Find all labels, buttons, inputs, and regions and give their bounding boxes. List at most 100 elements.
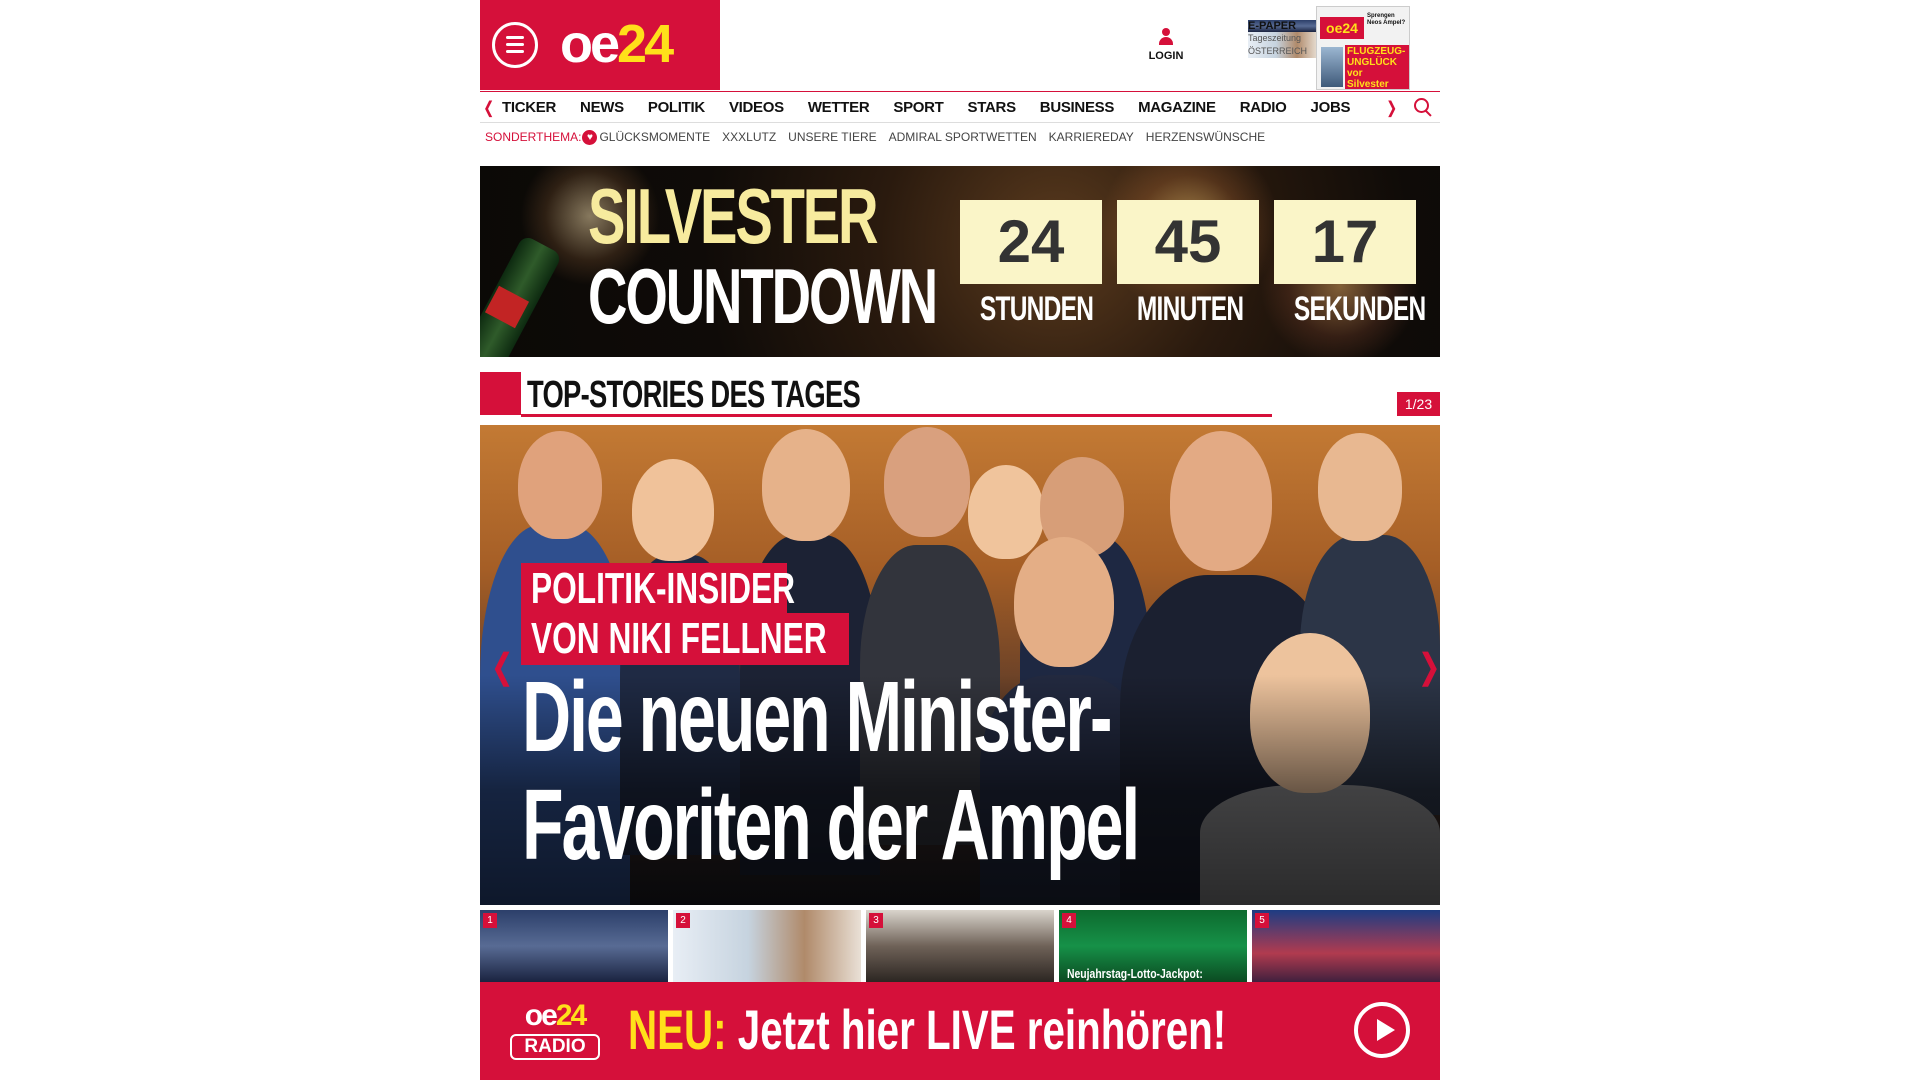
epaper-title: E-PAPER: [1248, 20, 1318, 32]
person-figure: [1014, 537, 1114, 667]
nav-item-magazine[interactable]: MAGAZINE: [1138, 99, 1216, 116]
thumbnail-number: 2: [676, 913, 690, 928]
epaper-subtitle-2: ÖSTERREICH: [1248, 45, 1318, 58]
story-thumbnail[interactable]: 3: [866, 910, 1054, 982]
silvester-countdown-banner[interactable]: SILVESTER COUNTDOWN 24 STUNDEN 45 MINUTE…: [480, 166, 1440, 357]
nav-item-sport[interactable]: SPORT: [893, 99, 943, 116]
countdown-seconds: 17 SEKUNDEN: [1274, 200, 1426, 329]
countdown-hours: 24 STUNDEN: [960, 200, 1102, 329]
epaper-teaser: Sprengen Neos Ampel?: [1367, 13, 1406, 26]
story-thumbnails: 1 2 3 4 Neujahrstag-Lotto-Jackpot: 5: [480, 910, 1440, 982]
countdown-minutes-value: 45: [1117, 200, 1259, 284]
radio-neu-label: NEU:: [628, 998, 727, 1061]
user-icon: [1158, 28, 1174, 48]
person-figure: [632, 459, 714, 561]
slide-counter: 1/23: [1397, 392, 1440, 416]
special-topic-label: SONDERTHEMA:: [485, 130, 582, 144]
kicker-line2: VON NIKI FELLNER: [521, 613, 849, 665]
kicker-line1: POLITIK-INSIDER: [521, 563, 795, 615]
person-figure: [518, 431, 602, 539]
nav-item-ticker[interactable]: TICKER: [502, 99, 556, 116]
logo-oe: oe: [560, 14, 620, 74]
epaper-subtitle: Tageszeitung: [1248, 32, 1318, 45]
person-figure: [1170, 431, 1272, 571]
nav-item-videos[interactable]: VIDEOS: [729, 99, 784, 116]
subnav-item-unsere-tiere[interactable]: UNSERE TIERE: [788, 130, 876, 144]
nav-item-jobs[interactable]: JOBS: [1311, 99, 1351, 116]
story-thumbnail[interactable]: 4 Neujahrstag-Lotto-Jackpot:: [1059, 910, 1247, 982]
section-marker: [480, 372, 521, 415]
menu-icon[interactable]: [492, 22, 538, 68]
oe24-radio-logo: oe24 RADIO: [508, 1000, 602, 1066]
nav-item-stars[interactable]: STARS: [968, 99, 1017, 116]
countdown-hours-label: STUNDEN: [979, 290, 1094, 328]
countdown-minutes: 45 MINUTEN: [1117, 200, 1259, 329]
oe24-logo[interactable]: oe24: [560, 14, 674, 74]
login-label: LOGIN: [1148, 50, 1184, 62]
radio-message: NEU: Jetzt hier LIVE reinhören!: [628, 1000, 1226, 1060]
story-thumbnail[interactable]: 2: [673, 910, 861, 982]
radio-live-bar[interactable]: oe24 RADIO NEU: Jetzt hier LIVE reinhöre…: [480, 982, 1440, 1080]
radio-logo-24: 24: [555, 999, 587, 1032]
thumbnail-number: 5: [1255, 913, 1269, 928]
person-figure: [762, 429, 850, 541]
radio-cta-text: Jetzt hier LIVE reinhören!: [726, 998, 1227, 1061]
banner-title-line1: SILVESTER: [588, 172, 879, 260]
thumbnail-caption: Neujahrstag-Lotto-Jackpot:: [1067, 966, 1203, 981]
countdown-hours-value: 24: [960, 200, 1102, 284]
radio-logo-oe: oe: [524, 999, 558, 1032]
slider-prev-arrow-icon[interactable]: ❬: [488, 647, 517, 687]
story-thumbnail[interactable]: 5: [1252, 910, 1440, 982]
banner-title-line2: COUNTDOWN: [588, 252, 938, 340]
slider-next-arrow-icon[interactable]: ❭: [1415, 647, 1440, 687]
subnav-item-xxxlutz[interactable]: XXXLUTZ: [722, 130, 776, 144]
radio-logo-label: RADIO: [510, 1034, 600, 1060]
logo-24: 24: [617, 14, 674, 74]
site-header: oe24 LOGIN E-PAPER Tageszeitung ÖSTERREI…: [480, 0, 1440, 91]
countdown-seconds-value: 17: [1274, 200, 1416, 284]
story-thumbnail[interactable]: 1: [480, 910, 668, 982]
kicker-line1-text: POLITIK-INSIDER: [531, 564, 796, 613]
thumbnail-number: 4: [1062, 913, 1076, 928]
person-figure: [884, 427, 970, 537]
top-stories-header: TOP-STORIES DES TAGES 1/23: [480, 372, 1440, 417]
countdown-minutes-label: MINUTEN: [1136, 290, 1244, 328]
page: oe24 LOGIN E-PAPER Tageszeitung ÖSTERREI…: [480, 0, 1440, 1080]
nav-item-news[interactable]: NEWS: [580, 99, 624, 116]
nav-prev-arrow-icon[interactable]: ❬: [482, 98, 495, 118]
login-button[interactable]: LOGIN: [1136, 28, 1196, 62]
epaper-cover-thumbnail[interactable]: oe24 Sprengen Neos Ampel? FLUGZEUG-UNGLÜ…: [1316, 6, 1410, 90]
nav-items: TICKER NEWS POLITIK VIDEOS WETTER SPORT …: [502, 99, 1374, 116]
headline-line2: Favoriten der Ampel: [522, 769, 1140, 881]
radio-logo-oe24: oe24: [508, 1000, 602, 1032]
subnav-item-herzenswuensche[interactable]: HERZENSWÜNSCHE: [1146, 130, 1265, 144]
section-title: TOP-STORIES DES TAGES: [527, 374, 861, 416]
heart-icon: ♥: [582, 129, 598, 145]
special-topics-bar: SONDERTHEMA: ♥ GLÜCKSMOMENTE XXXLUTZ UNS…: [485, 128, 1277, 146]
headline-line1: Die neuen Minister-: [522, 661, 1112, 773]
logo-area: oe24: [480, 0, 720, 90]
epaper-link[interactable]: E-PAPER Tageszeitung ÖSTERREICH: [1248, 20, 1318, 58]
subnav-item-karriereday[interactable]: KARRIEREDAY: [1049, 130, 1134, 144]
person-figure: [968, 465, 1044, 559]
section-rule: [521, 414, 1272, 417]
main-nav: ❬ TICKER NEWS POLITIK VIDEOS WETTER SPOR…: [480, 91, 1440, 123]
nav-item-wetter[interactable]: WETTER: [808, 99, 870, 116]
hero-headline[interactable]: Die neuen Minister- Favoriten der Ampel: [522, 663, 1428, 879]
hero-story[interactable]: POLITIK-INSIDER VON NIKI FELLNER Die neu…: [480, 425, 1440, 905]
kicker-line2-text: VON NIKI FELLNER: [531, 614, 827, 663]
search-icon[interactable]: [1414, 98, 1432, 116]
thumbnail-number: 3: [869, 913, 883, 928]
nav-next-arrow-icon[interactable]: ❭: [1385, 98, 1398, 118]
epaper-photo: [1321, 47, 1343, 87]
person-figure: [1318, 433, 1402, 541]
epaper-masthead: oe24: [1320, 17, 1364, 39]
play-icon[interactable]: [1354, 1002, 1410, 1058]
nav-item-politik[interactable]: POLITIK: [648, 99, 705, 116]
nav-item-radio[interactable]: RADIO: [1240, 99, 1287, 116]
epaper-headline: FLUGZEUG-UNGLÜCK vor Silvester: [1345, 45, 1409, 89]
nav-item-business[interactable]: BUSINESS: [1040, 99, 1115, 116]
subnav-item-gluecksmomente[interactable]: GLÜCKSMOMENTE: [599, 130, 710, 144]
subnav-item-admiral-sportwetten[interactable]: ADMIRAL SPORTWETTEN: [889, 130, 1037, 144]
countdown-seconds-label: SEKUNDEN: [1293, 290, 1426, 328]
